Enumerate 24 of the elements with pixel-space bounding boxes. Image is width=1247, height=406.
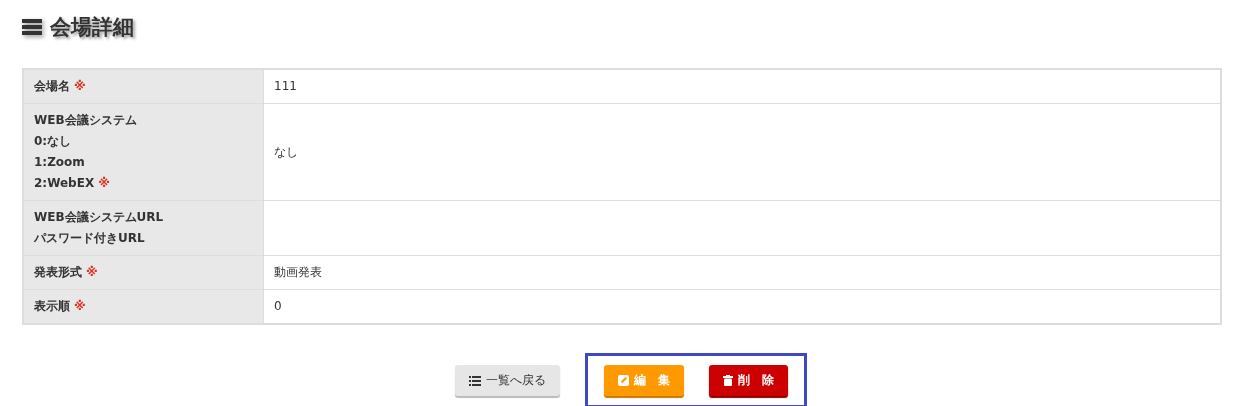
- value-cell: なし: [263, 103, 1221, 201]
- page-title: 会場詳細: [50, 14, 134, 41]
- field-label: 0:なし: [34, 134, 72, 148]
- field-label: 1:Zoom: [34, 155, 85, 169]
- list-icon: [468, 375, 481, 386]
- required-mark: ※: [74, 299, 86, 313]
- value-cell: 111: [263, 69, 1221, 104]
- required-mark: ※: [86, 265, 98, 279]
- required-mark: ※: [98, 176, 110, 190]
- edit-icon: [617, 375, 629, 386]
- menu-icon: [22, 18, 42, 36]
- field-label: パスワード付きURL: [34, 231, 145, 245]
- required-mark: ※: [74, 79, 86, 93]
- value-cell: 動画発表: [263, 255, 1221, 290]
- field-label: WEB会議システムURL: [34, 210, 164, 224]
- back-button[interactable]: 一覧へ戻る: [454, 365, 560, 396]
- field-label: 発表形式: [34, 265, 82, 279]
- value-cell: 0: [263, 289, 1221, 324]
- field-label: WEB会議システム: [34, 113, 137, 127]
- delete-button[interactable]: 削 除: [708, 365, 788, 396]
- field-label: 2:WebEX: [34, 176, 95, 190]
- field-label: 表示順: [34, 299, 70, 313]
- trash-icon: [722, 375, 733, 386]
- field-label: 会場名: [34, 79, 70, 93]
